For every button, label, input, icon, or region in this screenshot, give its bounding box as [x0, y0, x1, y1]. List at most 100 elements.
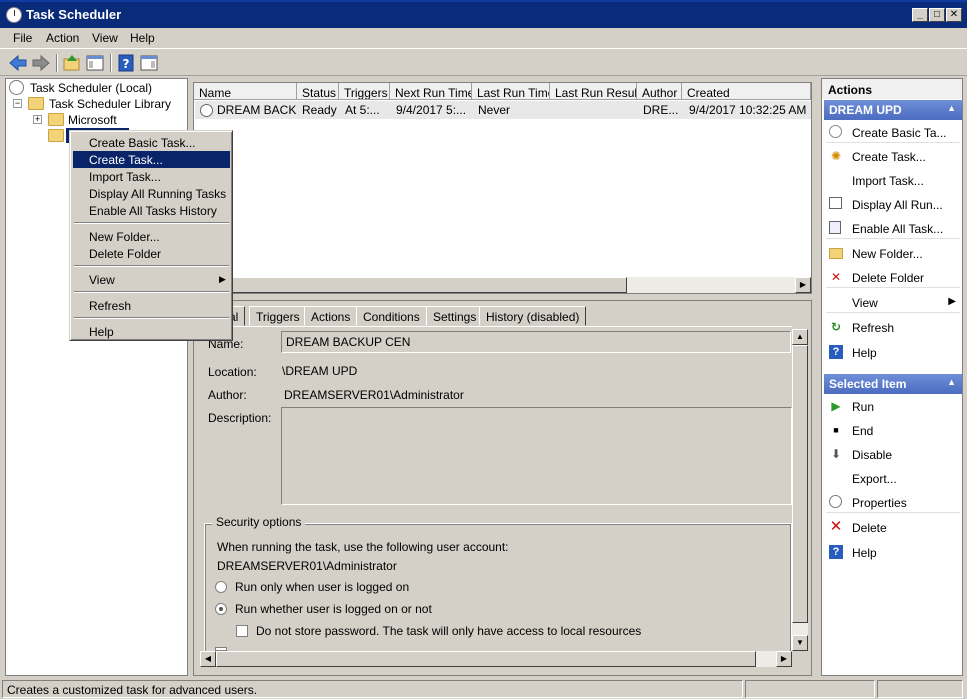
scroll-right-icon[interactable]: ▶ [776, 651, 792, 667]
action-help[interactable]: ? Help [826, 343, 960, 363]
back-arrow-icon[interactable] [8, 53, 28, 73]
task-list-horizontal-scrollbar[interactable]: ▶ [195, 277, 811, 293]
cell-status: Ready [302, 103, 337, 117]
tree-label-microsoft: Microsoft [68, 113, 117, 127]
expand-icon[interactable]: + [33, 115, 42, 124]
menu-enable-all-history[interactable]: Enable All Tasks History [73, 202, 230, 219]
details-horizontal-scrollbar[interactable]: ◀ ▶ [200, 651, 792, 667]
action-create-task[interactable]: ✺ Create Task... [826, 147, 960, 167]
action-view[interactable]: View ▶ [826, 293, 960, 313]
radio-run-only-logged-on-label: Run only when user is logged on [235, 580, 410, 594]
section-title-folder: DREAM UPD [829, 103, 902, 117]
section-header-folder[interactable]: DREAM UPD ▲ [824, 100, 962, 120]
action-help-selected[interactable]: ? Help [826, 543, 960, 563]
menu-separator [74, 317, 229, 319]
menu-bar: File Action View Help [0, 28, 967, 48]
context-menu: Create Basic Task... Create Task... Impo… [69, 130, 233, 341]
tree-item-library[interactable]: − Task Scheduler Library [6, 96, 187, 112]
task-details: ral Triggers Actions Conditions Settings… [193, 300, 812, 676]
action-display-all-running[interactable]: Display All Run... [826, 195, 960, 215]
history-icon [829, 221, 841, 234]
section-title-selected-item: Selected Item [829, 377, 907, 391]
column-header-author[interactable]: Author [637, 83, 682, 100]
action-run[interactable]: ▶ Run [826, 397, 960, 417]
scroll-up-icon[interactable]: ▲ [792, 329, 808, 345]
description-field[interactable] [281, 407, 792, 505]
maximize-button[interactable]: □ [929, 8, 945, 22]
menu-create-basic-task[interactable]: Create Basic Task... [73, 134, 230, 151]
action-enable-all-history[interactable]: Enable All Task... [826, 219, 960, 239]
name-field[interactable]: DREAM BACKUP CEN [281, 331, 791, 353]
column-header-last-run-result[interactable]: Last Run Result [550, 83, 637, 100]
forward-arrow-icon[interactable] [31, 53, 51, 73]
scrollbar-thumb[interactable] [216, 651, 756, 667]
column-header-created[interactable]: Created [682, 83, 811, 100]
action-new-folder[interactable]: New Folder... [826, 244, 960, 264]
help-icon: ? [829, 545, 843, 559]
menu-import-task[interactable]: Import Task... [73, 168, 230, 185]
action-create-basic-task[interactable]: Create Basic Ta... [826, 123, 960, 143]
scrollbar-thumb[interactable] [792, 345, 808, 623]
show-hide-console-tree-icon[interactable] [85, 53, 105, 73]
menu-help[interactable]: Help [130, 31, 155, 45]
menu-file[interactable]: File [13, 31, 32, 45]
menu-display-all-running[interactable]: Display All Running Tasks [73, 185, 230, 202]
action-export[interactable]: Export... [826, 469, 960, 489]
tab-divider [200, 326, 792, 327]
menu-create-task[interactable]: Create Task... [73, 151, 230, 168]
show-hide-action-pane-icon[interactable] [139, 53, 159, 73]
section-header-selected-item[interactable]: Selected Item ▲ [824, 374, 962, 394]
help-icon: ? [829, 345, 843, 359]
column-header-next-run-time[interactable]: Next Run Time [390, 83, 472, 100]
menu-view[interactable]: View ▶ [73, 271, 230, 288]
toolbar: ? [0, 48, 967, 76]
radio-run-only-logged-on[interactable] [215, 581, 227, 593]
tree-item-microsoft[interactable]: + Microsoft [6, 112, 187, 128]
actions-header: Actions [822, 79, 962, 99]
radio-run-whether-logged-on[interactable] [215, 603, 227, 615]
collapse-arrow-icon[interactable]: ▲ [947, 377, 956, 387]
column-header-triggers[interactable]: Triggers [339, 83, 390, 100]
tab-conditions[interactable]: Conditions [356, 306, 427, 326]
tree-item-root[interactable]: Task Scheduler (Local) [6, 80, 187, 96]
action-refresh[interactable]: ↻ Refresh [826, 318, 960, 338]
menu-delete-folder[interactable]: Delete Folder [73, 245, 230, 262]
tab-triggers[interactable]: Triggers [249, 306, 307, 326]
menu-view[interactable]: View [92, 31, 118, 45]
menu-action[interactable]: Action [46, 31, 79, 45]
column-header-name[interactable]: Name [194, 83, 297, 100]
scroll-right-icon[interactable]: ▶ [795, 277, 811, 293]
status-panel [745, 680, 875, 698]
action-import-task[interactable]: Import Task... [826, 171, 960, 191]
details-vertical-scrollbar[interactable]: ▲ ▼ [792, 329, 808, 651]
close-button[interactable]: ✕ [946, 8, 962, 22]
cell-last-result [554, 103, 634, 119]
menu-help[interactable]: Help [73, 323, 230, 340]
title-bar: Task Scheduler _ □ ✕ [0, 0, 967, 28]
scrollbar-thumb[interactable] [195, 277, 627, 293]
checkbox-do-not-store-password[interactable] [236, 625, 248, 637]
refresh-icon: ↻ [830, 320, 842, 334]
action-delete-folder[interactable]: ✕ Delete Folder [826, 268, 960, 288]
scroll-down-icon[interactable]: ▼ [792, 635, 808, 651]
minimize-button[interactable]: _ [912, 8, 928, 22]
submenu-arrow-icon: ▶ [219, 274, 226, 284]
up-folder-icon[interactable] [62, 53, 82, 73]
action-properties[interactable]: Properties [826, 493, 960, 513]
help-icon[interactable]: ? [116, 53, 136, 73]
tab-actions[interactable]: Actions [304, 306, 358, 326]
tab-settings[interactable]: Settings [426, 306, 484, 326]
collapse-icon[interactable]: − [13, 99, 22, 108]
column-header-status[interactable]: Status [297, 83, 339, 100]
action-delete[interactable]: ✕ Delete [826, 518, 960, 538]
collapse-arrow-icon[interactable]: ▲ [947, 103, 956, 113]
action-disable[interactable]: ⬇ Disable [826, 445, 960, 465]
tab-history[interactable]: History (disabled) [479, 306, 587, 326]
cell-created: 9/4/2017 10:32:25 AM [689, 103, 807, 117]
scroll-left-icon[interactable]: ◀ [200, 651, 216, 667]
menu-new-folder[interactable]: New Folder... [73, 228, 230, 245]
column-header-last-run-time[interactable]: Last Run Time [472, 83, 550, 100]
location-value: \DREAM UPD [282, 364, 358, 378]
action-end[interactable]: ■ End [826, 421, 960, 441]
menu-refresh[interactable]: Refresh [73, 297, 230, 314]
